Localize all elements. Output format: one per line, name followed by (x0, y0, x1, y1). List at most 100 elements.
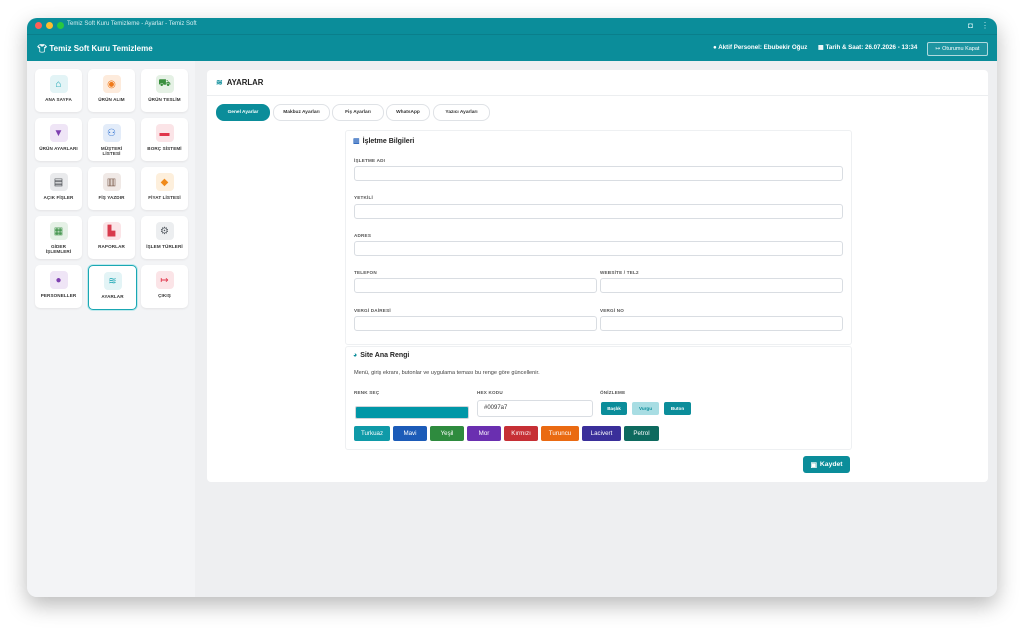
color-preset-turuncu[interactable]: Turuncu (541, 426, 579, 441)
home-icon: ⌂ (49, 75, 68, 93)
label-business-name: İŞLETME ADI (354, 158, 386, 163)
save-button[interactable]: ▣ Kaydet (803, 456, 850, 473)
title-bar: Temiz Soft Kuru Temizleme - Ayarlar - Te… (27, 18, 997, 34)
sidebar-item-label: PERSONELLER (40, 293, 77, 298)
preview-accent: Vurgu (632, 402, 659, 415)
theme-color-title: ◕ Site Ana Rengi (353, 352, 409, 359)
date-time: ▦ Tarih & Saat: 26.07.2026 - 13:34 (818, 44, 917, 51)
page-title-text: AYARLAR (226, 78, 264, 87)
sidebar-item-label: ÇIKIŞ (158, 293, 171, 298)
brand: 👕︎ Temiz Soft Kuru Temizleme (37, 44, 153, 53)
tax-no-input[interactable] (600, 316, 843, 331)
active-personel: ● Aktif Personel: Ebubekir Oğuz (713, 44, 807, 51)
sidebar-item-label: ÜRÜN TESLİM (148, 97, 181, 102)
sidebar-item-7[interactable]: ▥ FİŞ YAZDIR (88, 167, 135, 210)
label-tax-office: VERGİ DAİRESİ (354, 308, 391, 313)
chart-icon: ▙ (102, 222, 121, 240)
save-label: Kaydet (819, 461, 843, 468)
color-preset-mavi[interactable]: Mavi (393, 426, 427, 441)
close-window-button[interactable] (35, 22, 42, 29)
tab-general[interactable]: Genel Ayarlar (216, 104, 270, 121)
window-title: Temiz Soft Kuru Temizleme - Ayarlar - Te… (67, 21, 197, 27)
tshirt-icon: 👕︎ (37, 44, 48, 53)
label-preview: ÖNİZLEME (600, 390, 626, 395)
date-time-text: Tarih & Saat: 26.07.2026 - 13:34 (825, 44, 918, 51)
sidebar-item-2[interactable]: ⛟ ÜRÜN TESLİM (141, 69, 188, 112)
color-preset-turkuaz[interactable]: Turkuaz (354, 426, 390, 441)
sidebar-item-label: GİDER İŞLEMLERİ (45, 244, 72, 255)
address-input[interactable] (354, 241, 843, 256)
extension-icon[interactable]: ◘ (968, 21, 973, 30)
tax-office-input[interactable] (354, 316, 597, 331)
sidebar-item-9[interactable]: ▦ GİDER İŞLEMLERİ (35, 216, 82, 259)
brand-name: Temiz Soft Kuru Temizleme (49, 44, 153, 53)
sliders-icon: ≋ (216, 78, 223, 87)
page-title: ≋ AYARLAR (216, 78, 263, 87)
barcode-icon: ▥ (102, 173, 121, 191)
sidebar-item-1[interactable]: ◉ ÜRÜN ALIM (88, 69, 135, 112)
owner-input[interactable] (354, 204, 843, 219)
active-personel-text: Aktif Personel: Ebubekir Oğuz (718, 44, 808, 51)
app-header: 👕︎ Temiz Soft Kuru Temizleme ● Aktif Per… (27, 34, 997, 62)
logout-icon: ↦ (155, 271, 174, 289)
color-preset-kırmızı[interactable]: Kırmızı (504, 426, 538, 441)
tag-icon: ◆ (155, 173, 174, 191)
color-preset-lacivert[interactable]: Lacivert (582, 426, 621, 441)
sidebar-item-13[interactable]: ≋ AYARLAR (88, 265, 137, 310)
sidebar-item-14[interactable]: ↦ ÇIKIŞ (141, 265, 188, 308)
hex-input[interactable]: #0097a7 (477, 400, 593, 417)
sidebar-item-label: İŞLEM TÜRLERİ (146, 244, 183, 249)
minimize-window-button[interactable] (46, 22, 53, 29)
label-phone: TELEFON (354, 270, 377, 275)
sidebar-item-8[interactable]: ◆ FİYAT LİSTESİ (141, 167, 188, 210)
label-address: ADRES (354, 233, 372, 238)
calendar-icon: ▦ (818, 44, 824, 51)
sidebar-item-label: AYARLAR (101, 294, 124, 299)
tab-receipt[interactable]: Makbuz Ayarları (273, 104, 330, 121)
sidebar-item-label: FİYAT LİSTESİ (148, 195, 181, 200)
file-icon: ▤ (49, 173, 68, 191)
maximize-window-button[interactable] (57, 22, 64, 29)
business-name-input[interactable] (354, 166, 843, 181)
sidebar-item-5[interactable]: ▬ BORÇ SİSTEMİ (141, 118, 188, 161)
sidebar-item-label: ÜRÜN AYARLARI (39, 146, 78, 151)
color-picker[interactable] (355, 406, 469, 419)
tab-whatsapp[interactable]: WhatsApp (386, 104, 430, 121)
color-preset-petrol[interactable]: Petrol (624, 426, 659, 441)
color-preset-mor[interactable]: Mor (467, 426, 501, 441)
user-icon: ● (49, 271, 68, 289)
business-info-title: ▥ İşletme Bilgileri (353, 137, 414, 146)
sidebar-item-6[interactable]: ▤ AÇIK FİŞLER (35, 167, 82, 210)
sidebar-item-0[interactable]: ⌂ ANA SAYFA (35, 69, 82, 112)
wallet-icon: ▬ (155, 124, 174, 142)
website-input[interactable] (600, 278, 843, 293)
preview-title: Başlık (601, 402, 627, 415)
more-menu-icon[interactable]: ⋮ (981, 21, 989, 30)
sidebar-item-10[interactable]: ▙ RAPORLAR (88, 216, 135, 259)
gears-icon: ⚙ (155, 222, 174, 240)
users-icon: ⚇ (102, 124, 121, 142)
sidebar-item-4[interactable]: ⚇ MÜŞTERİ LİSTESİ (88, 118, 135, 161)
record-icon: ◉ (102, 75, 121, 93)
sidebar-item-label: RAPORLAR (98, 244, 125, 249)
sidebar-item-label: AÇIK FİŞLER (43, 195, 74, 200)
phone-input[interactable] (354, 278, 597, 293)
logout-button[interactable]: ↦ Oturumu Kapat (927, 42, 988, 56)
app-window: Temiz Soft Kuru Temizleme - Ayarlar - Te… (27, 18, 997, 597)
sidebar-item-11[interactable]: ⚙ İŞLEM TÜRLERİ (141, 216, 188, 259)
theme-description: Menü, giriş ekranı, butonlar ve uygulama… (354, 370, 540, 376)
sidebar-item-3[interactable]: ▼ ÜRÜN AYARLARI (35, 118, 82, 161)
color-preset-yeşil[interactable]: Yeşil (430, 426, 464, 441)
building-icon: ▥ (353, 138, 360, 145)
sidebar-item-label: FİŞ YAZDIR (98, 195, 125, 200)
label-owner: YETKİLİ (354, 195, 374, 200)
palette-icon: ◕ (353, 352, 358, 359)
settings-card: ≋ AYARLAR Genel Ayarlar Makbuz Ayarları … (207, 70, 988, 482)
business-info-section: ▥ İşletme Bilgileri İŞLETME ADI YETKİLİ … (345, 130, 852, 345)
sidebar: ⌂ ANA SAYFA ◉ ÜRÜN ALIM ⛟ ÜRÜN TESLİM ▼ ÜRÜN AY… (27, 61, 195, 597)
theme-color-title-text: Site Ana Rengi (360, 352, 410, 359)
label-hex: HEX KODU (477, 390, 503, 395)
tab-printer[interactable]: Yazıcı Ayarları (433, 104, 490, 121)
tab-slip[interactable]: Fiş Ayarları (332, 104, 384, 121)
sidebar-item-12[interactable]: ● PERSONELLER (35, 265, 82, 308)
